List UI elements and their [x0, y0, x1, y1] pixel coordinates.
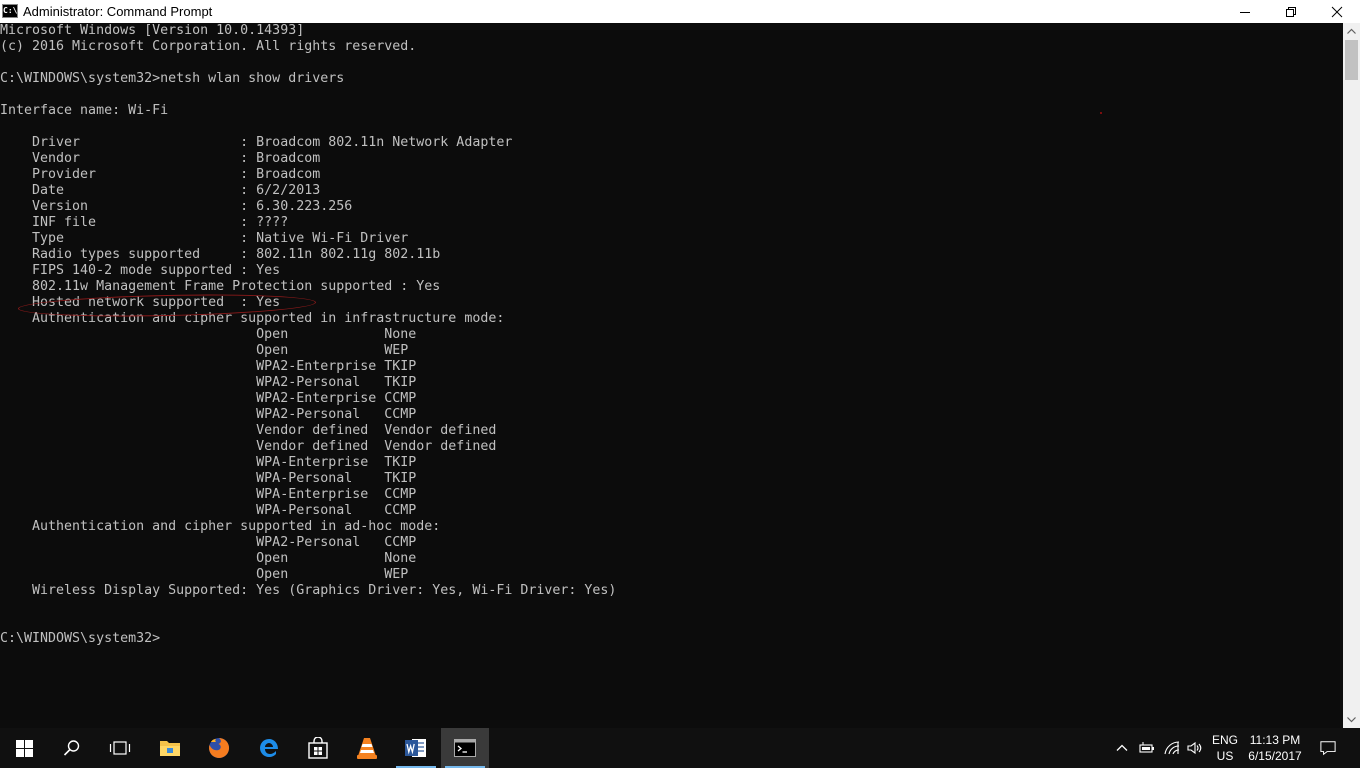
restore-button[interactable] — [1268, 0, 1314, 23]
notifications-icon — [1320, 741, 1336, 756]
window-title: Administrator: Command Prompt — [23, 4, 213, 19]
keyboard-layout-code: US — [1216, 749, 1234, 763]
console-line: Hosted network supported : Yes — [0, 295, 281, 310]
console-output-area[interactable]: Microsoft Windows [Version 10.0.14393] (c… — [0, 23, 1343, 728]
console-line: Vendor : Broadcom — [0, 151, 321, 166]
close-button[interactable] — [1314, 0, 1360, 23]
console-line: Interface name: Wi-Fi — [0, 103, 169, 118]
console-line: WPA2-Personal CCMP — [0, 535, 417, 550]
console-line: Open None — [0, 551, 417, 566]
file-explorer-taskbar-button[interactable] — [146, 728, 194, 768]
red-dot-mark — [1100, 112, 1102, 114]
edge-taskbar-button[interactable] — [245, 728, 293, 768]
taskbar: ENG US 11:13 PM 6/15/2017 — [0, 728, 1360, 768]
task-view-icon — [109, 741, 131, 755]
clock[interactable]: 11:13 PM 6/15/2017 — [1244, 732, 1306, 764]
console-line: WPA2-Enterprise TKIP — [0, 359, 417, 374]
search-button[interactable] — [48, 728, 96, 768]
console-line: WPA-Enterprise CCMP — [0, 487, 417, 502]
chevron-down-icon — [1347, 717, 1356, 723]
vertical-scrollbar[interactable] — [1343, 23, 1360, 728]
console-line: FIPS 140-2 mode supported : Yes — [0, 263, 281, 278]
console-line: (c) 2016 Microsoft Corporation. All righ… — [0, 39, 417, 54]
console-line: C:\WINDOWS\system32>netsh wlan show driv… — [0, 71, 345, 86]
command-prompt-app-icon[interactable]: C:\ — [2, 4, 18, 18]
console-line: WPA-Enterprise TKIP — [0, 455, 417, 470]
console-line: Radio types supported : 802.11n 802.11g … — [0, 247, 441, 262]
clock-date: 6/15/2017 — [1248, 749, 1302, 763]
console-line: 802.11w Management Frame Protection supp… — [0, 279, 441, 294]
restore-icon — [1286, 6, 1296, 17]
windows-logo-icon — [15, 739, 33, 757]
wifi-icon — [1164, 741, 1180, 755]
minimize-icon — [1240, 11, 1250, 13]
minimize-button[interactable] — [1222, 0, 1268, 23]
command-prompt-taskbar-button[interactable] — [441, 728, 489, 768]
chevron-up-icon — [1347, 28, 1356, 34]
store-taskbar-button[interactable] — [294, 728, 342, 768]
console-line: Driver : Broadcom 802.11n Network Adapte… — [0, 135, 513, 150]
chevron-up-icon — [1116, 744, 1128, 751]
close-icon — [1331, 6, 1343, 17]
console-line: Version : 6.30.223.256 — [0, 199, 353, 214]
title-bar[interactable]: C:\ Administrator: Command Prompt — [0, 0, 1360, 23]
console-line: Authentication and cipher supported in a… — [0, 519, 441, 534]
action-center-button[interactable] — [1320, 740, 1336, 756]
clock-time: 11:13 PM — [1249, 733, 1301, 747]
console-line: WPA-Personal CCMP — [0, 503, 417, 518]
input-language-indicator[interactable]: ENG US — [1212, 732, 1238, 764]
volume-button[interactable] — [1187, 740, 1203, 756]
scroll-thumb[interactable] — [1345, 40, 1358, 80]
console-line: Type : Native Wi-Fi Driver — [0, 231, 409, 246]
console-line: WPA-Personal TKIP — [0, 471, 417, 486]
start-button[interactable] — [0, 728, 48, 768]
console-line: Wireless Display Supported: Yes (Graphic… — [0, 583, 617, 598]
language-code: ENG — [1212, 733, 1239, 747]
console-line: Provider : Broadcom — [0, 167, 321, 182]
vlc-icon — [357, 738, 377, 759]
search-icon — [63, 740, 80, 756]
console-line: Open None — [0, 327, 417, 342]
console-line: Authentication and cipher supported in i… — [0, 311, 505, 326]
word-taskbar-button[interactable] — [392, 728, 440, 768]
console-line: INF file : ???? — [0, 215, 289, 230]
console-line: WPA2-Personal TKIP — [0, 375, 417, 390]
console-line: WPA2-Personal CCMP — [0, 407, 417, 422]
scroll-down-button[interactable] — [1343, 711, 1360, 728]
console-line: Open WEP — [0, 567, 409, 582]
console-line: WPA2-Enterprise CCMP — [0, 391, 417, 406]
console-line: Vendor defined Vendor defined — [0, 423, 497, 438]
store-icon — [308, 737, 328, 759]
console-line: Vendor defined Vendor defined — [0, 439, 497, 454]
scroll-up-button[interactable] — [1343, 23, 1360, 40]
console-line: Date : 6/2/2013 — [0, 183, 321, 198]
console-line: Open WEP — [0, 343, 409, 358]
console-line: Microsoft Windows [Version 10.0.14393] — [0, 23, 305, 38]
task-view-button[interactable] — [96, 728, 144, 768]
edge-icon — [260, 739, 278, 757]
speaker-icon — [1187, 741, 1202, 755]
network-button[interactable] — [1164, 740, 1180, 756]
file-explorer-icon — [160, 741, 180, 756]
firefox-icon — [209, 737, 230, 758]
console-text: Microsoft Windows [Version 10.0.14393] (c… — [0, 23, 616, 647]
word-icon — [405, 739, 426, 757]
battery-button[interactable] — [1139, 740, 1155, 756]
battery-charging-icon — [1139, 742, 1154, 753]
vlc-taskbar-button[interactable] — [343, 728, 391, 768]
firefox-taskbar-button[interactable] — [195, 728, 243, 768]
console-line: C:\WINDOWS\system32> — [0, 631, 161, 646]
show-hidden-icons-button[interactable] — [1114, 740, 1130, 756]
command-prompt-icon — [454, 739, 476, 757]
